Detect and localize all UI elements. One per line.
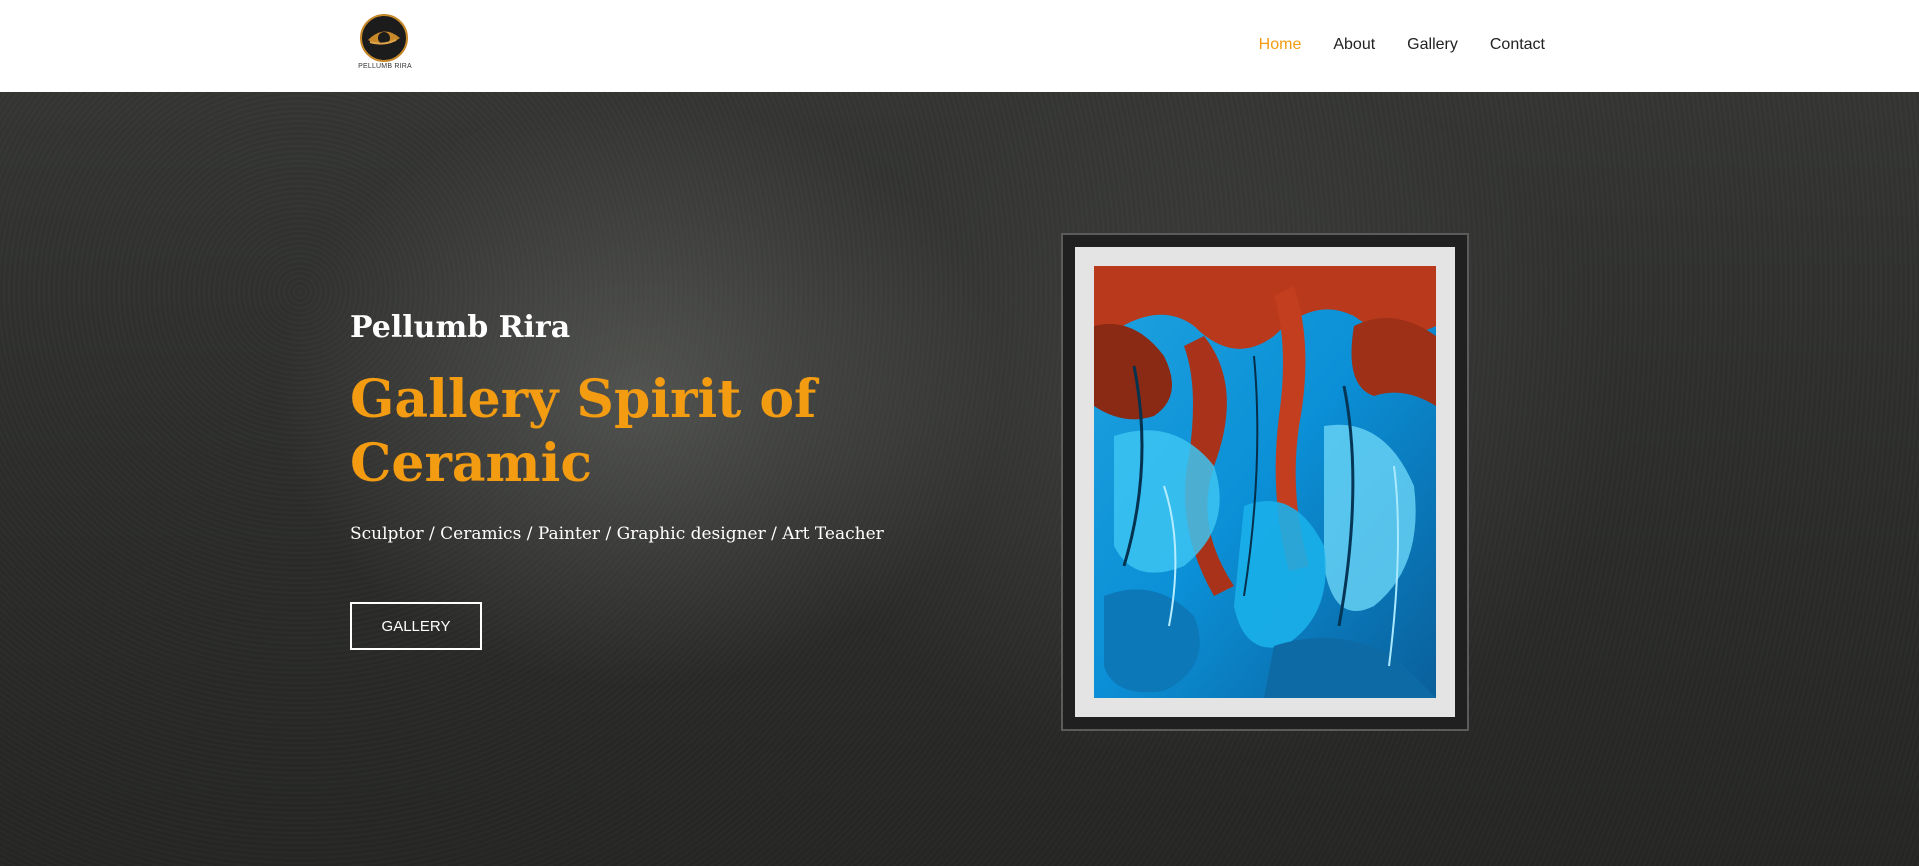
site-logo[interactable]: PELLUMB RIRA [356,14,414,76]
site-header: PELLUMB RIRA Home About Gallery Contact [0,0,1919,92]
hero-subtitle: Pellumb Rira [350,310,571,345]
painting-frame [1061,233,1469,731]
gallery-button[interactable]: GALLERY [350,602,482,650]
logo-text: PELLUMB RIRA [358,63,412,70]
painting-mat [1075,247,1455,717]
hero-title: Gallery Spirit of Ceramic [350,369,817,494]
hero-section: Pellumb Rira Gallery Spirit of Ceramic S… [0,92,1919,866]
nav-about[interactable]: About [1333,36,1375,54]
nav-contact[interactable]: Contact [1490,36,1545,54]
main-nav: Home About Gallery Contact [1259,36,1545,54]
nav-home[interactable]: Home [1259,36,1302,54]
abstract-painting-image [1094,266,1436,698]
hero-roles: Sculptor / Ceramics / Painter / Graphic … [350,524,884,544]
nav-gallery[interactable]: Gallery [1407,36,1458,54]
eye-logo-icon [360,14,408,62]
